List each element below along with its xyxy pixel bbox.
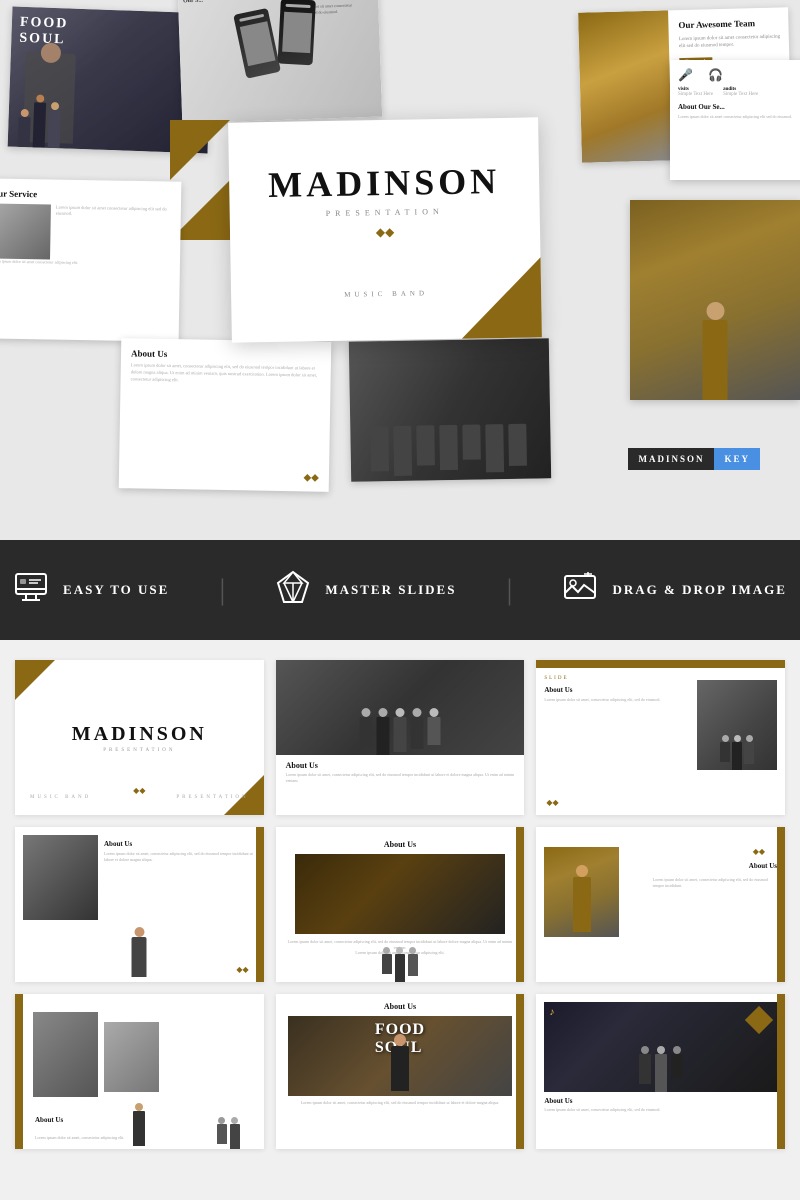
main-slide-subtitle: PRESENTATION: [326, 207, 444, 218]
thumb-about7-title: About Us: [35, 1116, 63, 1124]
slide-aos-icons: 🎤 🎧: [678, 68, 800, 83]
slide-preview-guitarist: [630, 200, 800, 400]
slide-about-title: About Us: [131, 348, 321, 361]
band-figures: [370, 424, 527, 477]
slide-service-title: Our Service: [0, 188, 171, 201]
features-banner: EASY TO USE | MASTER SLIDES | DRAG: [0, 540, 800, 640]
feature-drag-label: DRAG & DROP IMAGE: [612, 582, 786, 598]
thumb-about-center[interactable]: About Us Lorem ipsum dolor sit amet, con…: [276, 827, 525, 982]
thumb-about4-title: About Us: [103, 840, 256, 848]
thumb-gold-bar9: [777, 994, 785, 1149]
thumb-photo7a: [33, 1012, 98, 1097]
divider-1: |: [219, 573, 225, 607]
thumb-photo-left: [23, 835, 98, 920]
feature-easy-to-use: EASY TO USE: [13, 569, 169, 611]
slide-preview-about: About Us Lorem ipsum dolor sit amet, con…: [119, 338, 332, 492]
thumb-about4-dots: ◆◆: [236, 965, 248, 974]
thumb-gold-bar-r: [256, 827, 264, 982]
image-icon: [562, 569, 598, 611]
thumb-about-guitarist[interactable]: ◆◆ About Us Lorem ipsum dolor sit amet, …: [536, 827, 785, 982]
madinson-label: MADINSON: [628, 448, 714, 470]
headphones-icon: 🎧: [708, 68, 723, 83]
thumb-band-photo[interactable]: About Us Lorem ipsum dolor sit amet, con…: [276, 660, 525, 815]
thumb-about8-title: About Us: [384, 1002, 416, 1011]
top-mosaic-section: FOODSOUL Our S... Lorem ipsum dolor sit …: [0, 0, 800, 540]
diamond-icon: [275, 569, 311, 611]
feature-drag-drop: DRAG & DROP IMAGE: [562, 569, 786, 611]
main-slide-band-label: MUSIC BAND: [344, 289, 428, 298]
thumb-food-soul-photo: FOODSOUL: [288, 1016, 512, 1096]
thumbnail-grid: MADINSON PRESENTATION ◆◆ MUSIC BAND PRES…: [0, 640, 800, 1169]
feature-master-slides: MASTER SLIDES: [275, 569, 456, 611]
mic-icon: 🎤: [678, 68, 693, 83]
thumb-about6-dots: ◆◆: [753, 847, 765, 856]
slide-team-title: Our Awesome Team: [678, 17, 783, 31]
thumb-about6-title: About Us: [749, 862, 777, 870]
thumb-about6-text: Lorem ipsum dolor sit amet, consectetur …: [653, 877, 777, 889]
slide-service-text2: Lorem ipsum dolor sit amet consectetur a…: [0, 258, 170, 267]
thumb-guitarist-photo: [544, 847, 619, 937]
slide-about-dots: ◆◆: [303, 472, 319, 483]
feature-master-label: MASTER SLIDES: [325, 582, 456, 598]
thumb-photo7b: [104, 1022, 159, 1092]
thumb-band-label: MUSIC BAND: [30, 795, 91, 800]
slide-gold-triangle: [461, 257, 542, 338]
madinson-key-badge: MADINSON KEY: [628, 448, 760, 470]
slide-preview-phones: Our S... Lorem ipsum dolor sit amet cons…: [178, 0, 382, 123]
thumb-band-title: About Us: [286, 761, 515, 770]
main-center-slide: MADINSON PRESENTATION ◆◆ MUSIC BAND: [228, 117, 542, 342]
thumb-about-dots: ◆◆: [546, 798, 558, 807]
slide-aos-text: Lorem ipsum dolor sit amet consectetur a…: [678, 114, 800, 120]
thumb-about4-text: Lorem ipsum dolor sit amet, consectetur …: [103, 851, 256, 863]
thumb-about-concert[interactable]: ♪ About Us Lorem ipsum dolor sit amet, c…: [536, 994, 785, 1149]
thumb-about8-text: Lorem ipsum dolor sit amet, consectetur …: [293, 1100, 507, 1106]
main-slide-title: MADINSON: [268, 160, 501, 206]
slide-preview-about-service: 🎤 🎧 visits Simple Text Here audits Simpl…: [670, 60, 800, 180]
divider-2: |: [506, 573, 512, 607]
thumb-about7-text: Lorem ipsum dolor sit amet, consectetur …: [35, 1135, 124, 1141]
thumb-gold-bar7: [15, 994, 23, 1149]
slide-aos-title: About Our Se...: [678, 103, 800, 111]
thumb-about-right[interactable]: SLIDE About Us Lorem ipsum dolor sit ame…: [536, 660, 785, 815]
thumb-gold-bar: [536, 660, 785, 668]
thumb-pres-label: PRESENTATION: [176, 795, 248, 800]
thumb-about5-title: About Us: [384, 840, 416, 849]
slide-preview-band: [349, 338, 551, 481]
gold-triangle-top: [170, 120, 230, 180]
thumb-band-text: Lorem ipsum dolor sit amet, consectetur …: [286, 772, 515, 783]
thumb-subtitle-text: PRESENTATION: [103, 748, 175, 753]
thumb-gold-bar5: [516, 827, 524, 982]
thumb-food-soul[interactable]: About Us FOODSOUL Lorem ipsum dolor sit …: [276, 994, 525, 1149]
slide-team-text: Lorem ipsum dolor sit amet consectetur a…: [679, 33, 784, 50]
monitor-icon: [13, 569, 49, 611]
thumb-dots: ◆◆: [133, 786, 145, 795]
thumb-band-photo-img: [276, 660, 525, 755]
thumb-about-left[interactable]: About Us Lorem ipsum dolor sit amet, con…: [15, 827, 264, 982]
thumb-about9-text: Lorem ipsum dolor sit amet, consectetur …: [544, 1107, 777, 1113]
slide-preview-service: Our Service Lorem ipsum dolor sit amet c…: [0, 178, 181, 341]
key-label: KEY: [714, 448, 760, 470]
thumb-photo-right: [697, 680, 777, 770]
thumb-about9-title: About Us: [544, 1097, 777, 1105]
thumb-about-text: Lorem ipsum dolor sit amet, consectetur …: [544, 697, 672, 703]
slide-about-text: Lorem ipsum dolor sit amet, consectetur …: [131, 362, 321, 386]
thumb-about-two-photos[interactable]: About Us Lorem ipsum dolor sit amet, con…: [15, 994, 264, 1149]
thumb-title-slide[interactable]: MADINSON PRESENTATION ◆◆ MUSIC BAND PRES…: [15, 660, 264, 815]
thumb-gold-bar6: [777, 827, 785, 982]
thumb-concert-photo: ♪: [544, 1002, 777, 1092]
thumb-stage-photo: [295, 854, 504, 934]
main-slide-dots: ◆◆: [376, 225, 395, 240]
thumb-gold-bar8: [516, 994, 524, 1149]
thumb-title-text: MADINSON: [72, 723, 207, 746]
thumb-triangle-tl: [15, 660, 55, 700]
thumb-band-info: About Us Lorem ipsum dolor sit amet, con…: [276, 755, 525, 789]
feature-easy-label: EASY TO USE: [63, 582, 169, 598]
